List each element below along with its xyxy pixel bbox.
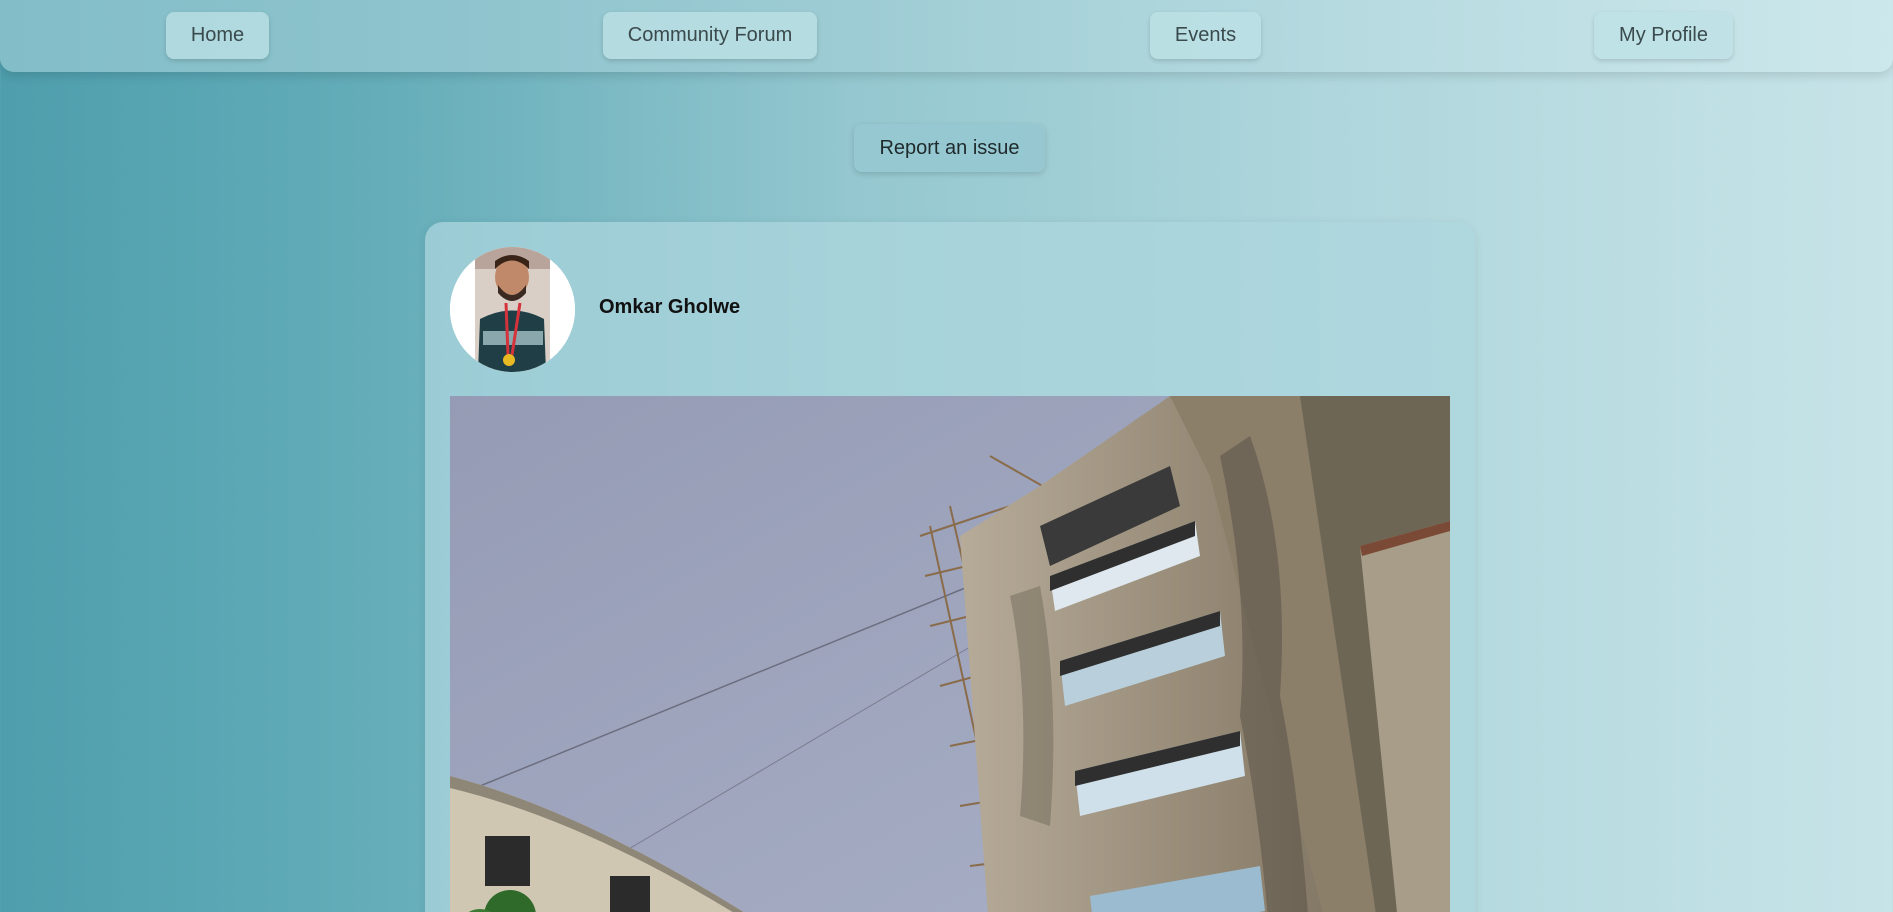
top-navbar: Home Community Forum Events My Profile [0,0,1893,72]
nav-community-forum-button[interactable]: Community Forum [603,12,817,59]
nav-my-profile-button[interactable]: My Profile [1594,12,1733,59]
post-card: Omkar Gholwe [425,222,1475,912]
nav-events-button[interactable]: Events [1150,12,1261,59]
post-image[interactable] [450,396,1450,912]
post-author-name[interactable]: Omkar Gholwe [599,296,740,319]
nav-home-button[interactable]: Home [166,12,269,59]
avatar-photo-icon [450,247,575,372]
report-issue-button[interactable]: Report an issue [854,124,1045,172]
building-photo-icon [450,396,1450,912]
avatar[interactable] [450,247,575,372]
